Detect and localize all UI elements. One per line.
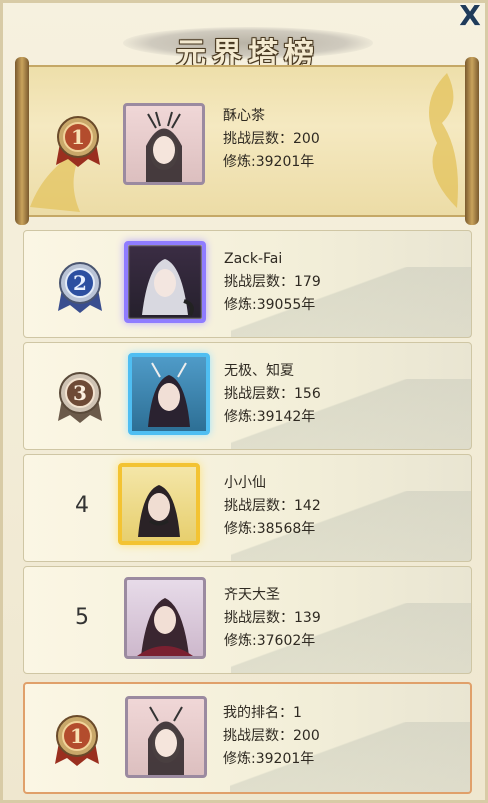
player-avatar[interactable] — [123, 103, 205, 185]
cultivation-label: 修炼: — [224, 521, 257, 537]
rank-number: 4 — [75, 493, 89, 518]
rank-1-info: 酥心茶 挑战层数：200 修炼:39201年 — [223, 105, 320, 174]
rank-4-info: 小小仙 挑战层数：142 修炼:38568年 — [224, 472, 321, 541]
cultivation-value: 39142年 — [256, 409, 316, 425]
player-avatar[interactable] — [128, 353, 210, 435]
rank-4-row[interactable]: 4 小小仙 挑战层数：142 修炼:38568年 — [23, 454, 472, 562]
floors-value: 200 — [293, 131, 320, 147]
player-name: 齐天大圣 — [224, 587, 280, 603]
player-name: 小小仙 — [224, 475, 266, 491]
rank-number: 5 — [75, 605, 89, 630]
player-avatar[interactable] — [118, 463, 200, 545]
rank-1-scroll[interactable]: 1 酥心茶 挑战层数：200 修炼:39201年 — [15, 57, 479, 225]
floors-label: 挑战层数： — [224, 386, 294, 402]
rank-5-row[interactable]: 5 齐天大圣 挑战层数：139 修炼:37602年 — [23, 566, 472, 674]
my-ranking-row[interactable]: 1 我的排名：1 挑战层数：200 修炼:39201年 — [23, 682, 472, 794]
floors-label: 挑战层数： — [224, 610, 294, 626]
my-avatar[interactable] — [125, 696, 207, 778]
character-portrait-icon — [138, 485, 180, 537]
rank-2-info: Zack-Fai 挑战层数：179 修炼:39055年 — [224, 248, 321, 317]
cultivation-value: 39201年 — [255, 751, 315, 767]
my-rank-info: 我的排名：1 挑战层数：200 修炼:39201年 — [223, 702, 320, 771]
rank-3-medal-icon: 3 — [58, 372, 102, 423]
rank-2-row[interactable]: 2 Zack-Fai 挑战层数：179 修炼:39055年 — [23, 230, 472, 338]
rank-5-info: 齐天大圣 挑战层数：139 修炼:37602年 — [224, 584, 321, 653]
rank-3-row[interactable]: 3 无极、知夏 挑战层数：156 修炼:39142年 — [23, 342, 472, 450]
cultivation-label: 修炼: — [223, 751, 256, 767]
rank-1-medal-number: 1 — [71, 125, 85, 149]
character-portrait-icon — [142, 259, 194, 317]
rank-1-medal-icon: 1 — [56, 116, 100, 167]
player-name: Zack-Fai — [224, 251, 283, 267]
scroll-roller-right — [465, 57, 479, 225]
player-name: 无极、知夏 — [224, 363, 294, 379]
cultivation-label: 修炼: — [224, 633, 257, 649]
close-button[interactable]: X — [457, 2, 483, 30]
character-portrait-icon — [146, 111, 182, 182]
cultivation-value: 37602年 — [256, 633, 316, 649]
cultivation-label: 修炼: — [224, 409, 257, 425]
floors-value: 156 — [294, 386, 321, 402]
rank-3-info: 无极、知夏 挑战层数：156 修炼:39142年 — [224, 360, 321, 429]
rank-3-medal-number: 3 — [73, 381, 87, 405]
my-rank-value: 1 — [293, 705, 302, 721]
floors-value: 179 — [294, 274, 321, 290]
floors-value: 142 — [294, 498, 321, 514]
player-avatar[interactable] — [124, 241, 206, 323]
my-rank-label: 我的排名： — [223, 705, 293, 721]
rank-2-medal-icon: 2 — [58, 262, 102, 313]
rank-2-medal-number: 2 — [73, 271, 87, 295]
character-portrait-icon — [148, 706, 184, 775]
floors-label: 挑战层数： — [224, 498, 294, 514]
cultivation-label: 修炼: — [224, 297, 257, 313]
floors-label: 挑战层数： — [224, 274, 294, 290]
cultivation-value: 39055年 — [256, 297, 316, 313]
character-portrait-icon — [137, 598, 193, 656]
character-portrait-icon — [148, 362, 190, 427]
ranking-panel: 元界塔榜 X 1 酥心茶 挑战层数：200 修炼:39201年 2 Zack-F… — [0, 0, 488, 803]
cultivation-value: 38568年 — [256, 521, 316, 537]
phoenix-right-icon — [429, 73, 458, 208]
my-rank-medal-icon: 1 — [55, 715, 99, 766]
my-rank-medal-number: 1 — [70, 724, 84, 748]
floors-label: 挑战层数： — [223, 131, 293, 147]
player-avatar[interactable] — [124, 577, 206, 659]
floors-value: 200 — [293, 728, 320, 744]
floors-value: 139 — [294, 610, 321, 626]
player-name: 酥心茶 — [223, 108, 265, 124]
floors-label: 挑战层数： — [223, 728, 293, 744]
cultivation-label: 修炼: — [223, 154, 256, 170]
cultivation-value: 39201年 — [255, 154, 315, 170]
